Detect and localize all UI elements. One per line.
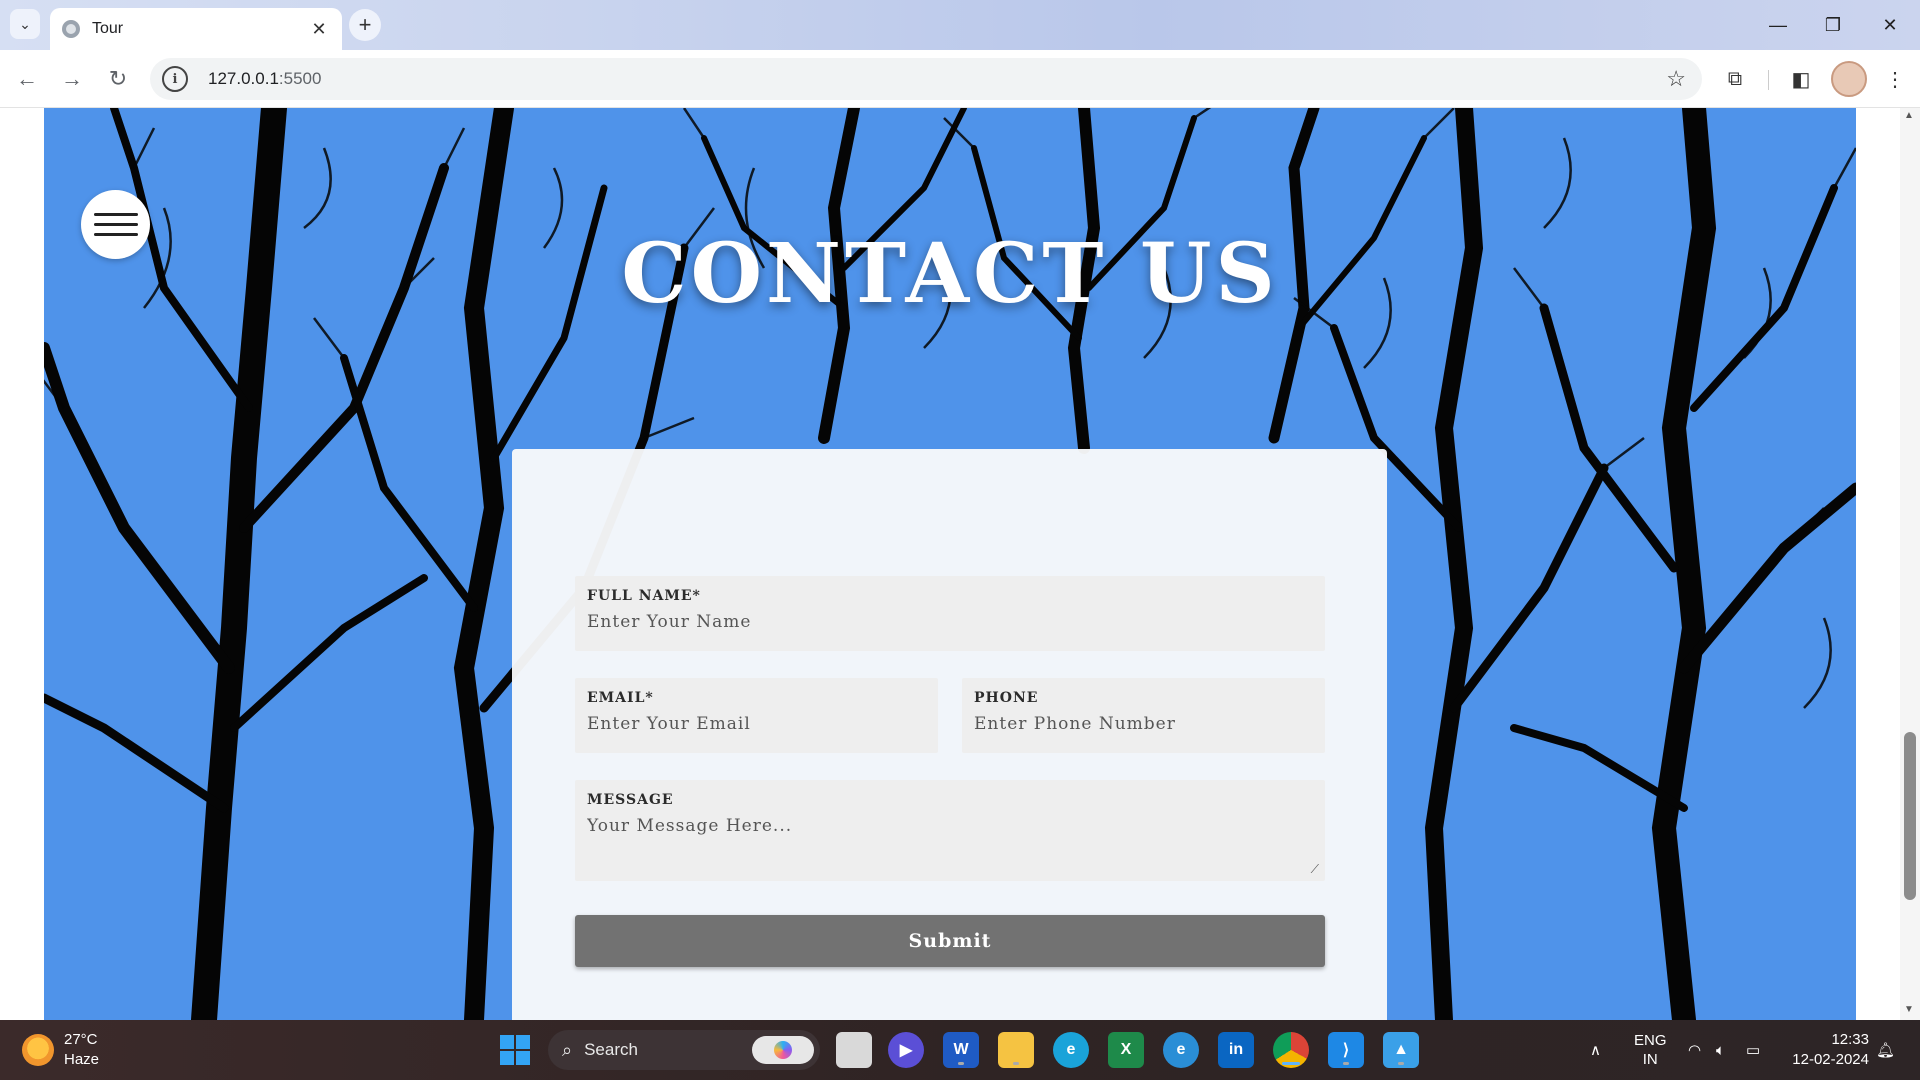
excel-icon[interactable]: X [1108,1032,1144,1068]
browser-tab[interactable]: Tour ✕ [50,8,342,50]
phone-input[interactable] [974,714,1313,734]
back-arrow-icon[interactable]: ← [12,64,42,94]
minimize-icon[interactable]: — [1758,10,1798,40]
wifi-icon[interactable]: ◠ [1688,1020,1701,1080]
copilot-icon[interactable] [752,1036,814,1064]
word-icon[interactable]: W [943,1032,979,1068]
toolbar-divider [1768,70,1769,90]
submit-button[interactable]: Submit [575,915,1325,967]
more-menu-icon[interactable]: ⋮ [1880,64,1910,94]
folder-icon[interactable] [998,1032,1034,1068]
tab-search-chevron-icon[interactable]: ⌄ [10,9,40,39]
resize-grip-icon[interactable]: ⟋ [1311,862,1319,877]
globe-icon [62,20,80,38]
volume-icon[interactable]: 🔈︎ [1716,1020,1725,1080]
forward-arrow-icon[interactable]: → [57,64,87,94]
page-viewport: CONTACT US FULL NAME* EMAIL* PHONE MESSA… [0,108,1920,1020]
taskbar-search[interactable]: ⌕ Search [548,1030,820,1070]
scroll-down-icon[interactable]: ▼ [1904,1004,1914,1015]
full-name-input[interactable] [587,612,1313,632]
weather-sun-icon[interactable] [22,1034,54,1066]
message-label: MESSAGE [587,792,674,808]
battery-icon[interactable]: ▭ [1746,1020,1760,1080]
search-label: Search [584,1040,638,1059]
meet-icon[interactable]: ▶ [888,1032,924,1068]
contact-hero: CONTACT US FULL NAME* EMAIL* PHONE MESSA… [44,108,1856,1020]
email-input[interactable] [587,714,926,734]
restore-icon[interactable]: ❐ [1813,10,1853,40]
profile-avatar[interactable] [1831,61,1867,97]
extensions-puzzle-icon[interactable]: ⧉ [1720,64,1750,94]
reload-icon[interactable]: ↻ [103,64,133,94]
tab-title: Tour [92,20,124,37]
bookmark-star-icon[interactable]: ☆ [1666,66,1686,92]
chrome-icon[interactable] [1273,1032,1309,1068]
edge-icon[interactable]: e [1053,1032,1089,1068]
message-textarea[interactable] [587,816,1313,864]
system-clock[interactable]: 12:33 12-02-2024 [1785,1020,1869,1080]
close-window-icon[interactable]: ✕ [1870,10,1910,40]
contact-form: FULL NAME* EMAIL* PHONE MESSAGE ⟋ Submit [512,449,1387,1020]
weather-temperature: 27°C [64,1031,98,1048]
full-name-label: FULL NAME* [587,588,701,604]
task-view-icon[interactable] [836,1032,872,1068]
browser-toolbar: ← → ↻ i 127.0.0.1:5500 ☆ ⧉ ◧ ⋮ [0,50,1920,108]
photos-icon[interactable]: ▲ [1383,1032,1419,1068]
weather-description: Haze [64,1051,100,1068]
phone-label: PHONE [974,690,1039,706]
language-indicator[interactable]: ENG IN [1634,1020,1667,1080]
linkedin-icon[interactable]: in [1218,1032,1254,1068]
scrollbar-thumb[interactable] [1904,732,1916,900]
url-text: 127.0.0.1:5500 [208,69,322,88]
close-tab-icon[interactable]: ✕ [308,19,330,40]
phone-field: PHONE [962,678,1325,753]
new-tab-plus-icon[interactable]: + [349,9,381,41]
show-hidden-icons-chevron-icon[interactable]: ∧ [1590,1020,1601,1080]
browser-tab-bar: ⌄ Tour ✕ + — ❐ ✕ [0,0,1920,50]
full-name-field: FULL NAME* [575,576,1325,651]
windows-start-icon[interactable] [500,1035,530,1065]
edge-beta-icon[interactable]: e [1163,1032,1199,1068]
notification-bell-icon[interactable]: 🔔︎ [1876,1020,1895,1080]
vscode-icon[interactable]: ⟩ [1328,1032,1364,1068]
windows-taskbar: 27°C Haze ⌕ Search ▶ W e X e in ⟩ ▲ ∧ EN… [0,1020,1920,1080]
scroll-up-icon[interactable]: ▲ [1904,110,1914,121]
email-label: EMAIL* [587,690,654,706]
site-info-icon[interactable]: i [162,66,188,92]
email-field: EMAIL* [575,678,938,753]
address-bar[interactable]: i 127.0.0.1:5500 ☆ [150,58,1702,100]
side-panel-icon[interactable]: ◧ [1786,64,1816,94]
page-title: CONTACT US [621,226,1279,322]
search-icon: ⌕ [562,1039,573,1060]
message-field: MESSAGE ⟋ [575,780,1325,881]
